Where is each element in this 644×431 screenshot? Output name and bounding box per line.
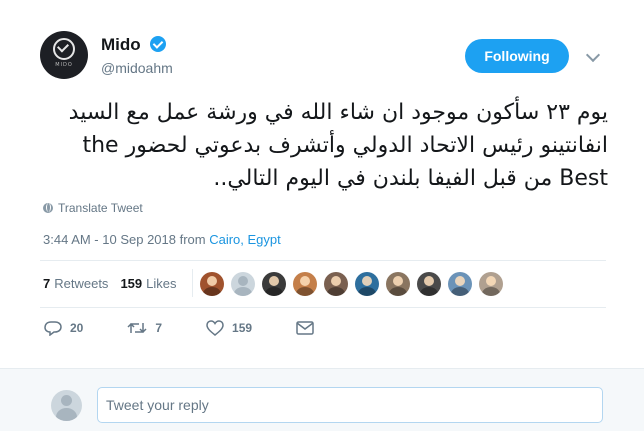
- user-avatar: [51, 390, 82, 421]
- tweet-text: يوم ٢٣ سأكون موجود ان شاء الله في ورشة ع…: [68, 100, 608, 191]
- retweets-label: Retweets: [54, 276, 109, 291]
- likes-label: Likes: [146, 276, 177, 291]
- tweet-location-link[interactable]: Cairo, Egypt: [209, 232, 281, 247]
- retweet-count: 7: [155, 321, 163, 335]
- like-action[interactable]: 159: [206, 320, 252, 336]
- liker-avatar[interactable]: [479, 272, 503, 296]
- reply-action[interactable]: 20: [44, 320, 83, 336]
- message-action[interactable]: [296, 321, 314, 335]
- envelope-icon: [296, 321, 314, 335]
- tweet-timestamp: 3:44 AM - 10 Sep 2018 from Cairo, Egypt: [43, 232, 281, 247]
- verified-badge-icon: [150, 36, 166, 52]
- tweet-time[interactable]: 3:44 AM - 10 Sep 2018 from: [43, 232, 209, 247]
- avatar-logo-text: MIDO: [55, 62, 73, 68]
- mido-logo-icon: [53, 38, 75, 60]
- tweet-card: MIDO Mido @midoahm Following يوم ٢٣ سأكو…: [0, 0, 644, 431]
- author-handle[interactable]: @midoahm: [101, 60, 173, 76]
- translate-label: Translate Tweet: [58, 201, 143, 215]
- chevron-down-icon[interactable]: [585, 47, 601, 63]
- retweets-stat[interactable]: 7 Retweets: [43, 276, 108, 291]
- author-avatar[interactable]: MIDO: [40, 31, 88, 79]
- liker-avatar[interactable]: [324, 272, 348, 296]
- liker-avatar[interactable]: [200, 272, 224, 296]
- retweet-action[interactable]: 7: [127, 320, 162, 336]
- liker-avatar[interactable]: [386, 272, 410, 296]
- reply-input[interactable]: [97, 387, 603, 423]
- liker-avatar[interactable]: [355, 272, 379, 296]
- author-name[interactable]: Mido: [101, 35, 141, 55]
- reply-count: 20: [70, 321, 84, 335]
- globe-icon: [43, 203, 53, 213]
- translate-tweet-link[interactable]: Translate Tweet: [43, 201, 143, 215]
- liker-avatar[interactable]: [448, 272, 472, 296]
- divider: [40, 260, 606, 261]
- heart-icon: [206, 320, 224, 336]
- liker-avatar[interactable]: [293, 272, 317, 296]
- liker-avatar[interactable]: [417, 272, 441, 296]
- likes-stat[interactable]: 159 Likes: [120, 276, 176, 291]
- retweet-icon: [127, 322, 147, 334]
- tweet-stats: 7 Retweets 159 Likes: [43, 276, 189, 291]
- tweet-actions: 20 7 159: [44, 320, 358, 336]
- stats-separator: [192, 269, 193, 297]
- likes-count: 159: [120, 276, 143, 291]
- like-count: 159: [232, 321, 253, 335]
- reply-icon: [44, 321, 62, 336]
- likers-avatars: [200, 272, 510, 296]
- liker-avatar[interactable]: [231, 272, 255, 296]
- retweets-count: 7: [43, 276, 51, 291]
- liker-avatar[interactable]: [262, 272, 286, 296]
- following-button[interactable]: Following: [465, 39, 569, 73]
- divider: [40, 307, 606, 308]
